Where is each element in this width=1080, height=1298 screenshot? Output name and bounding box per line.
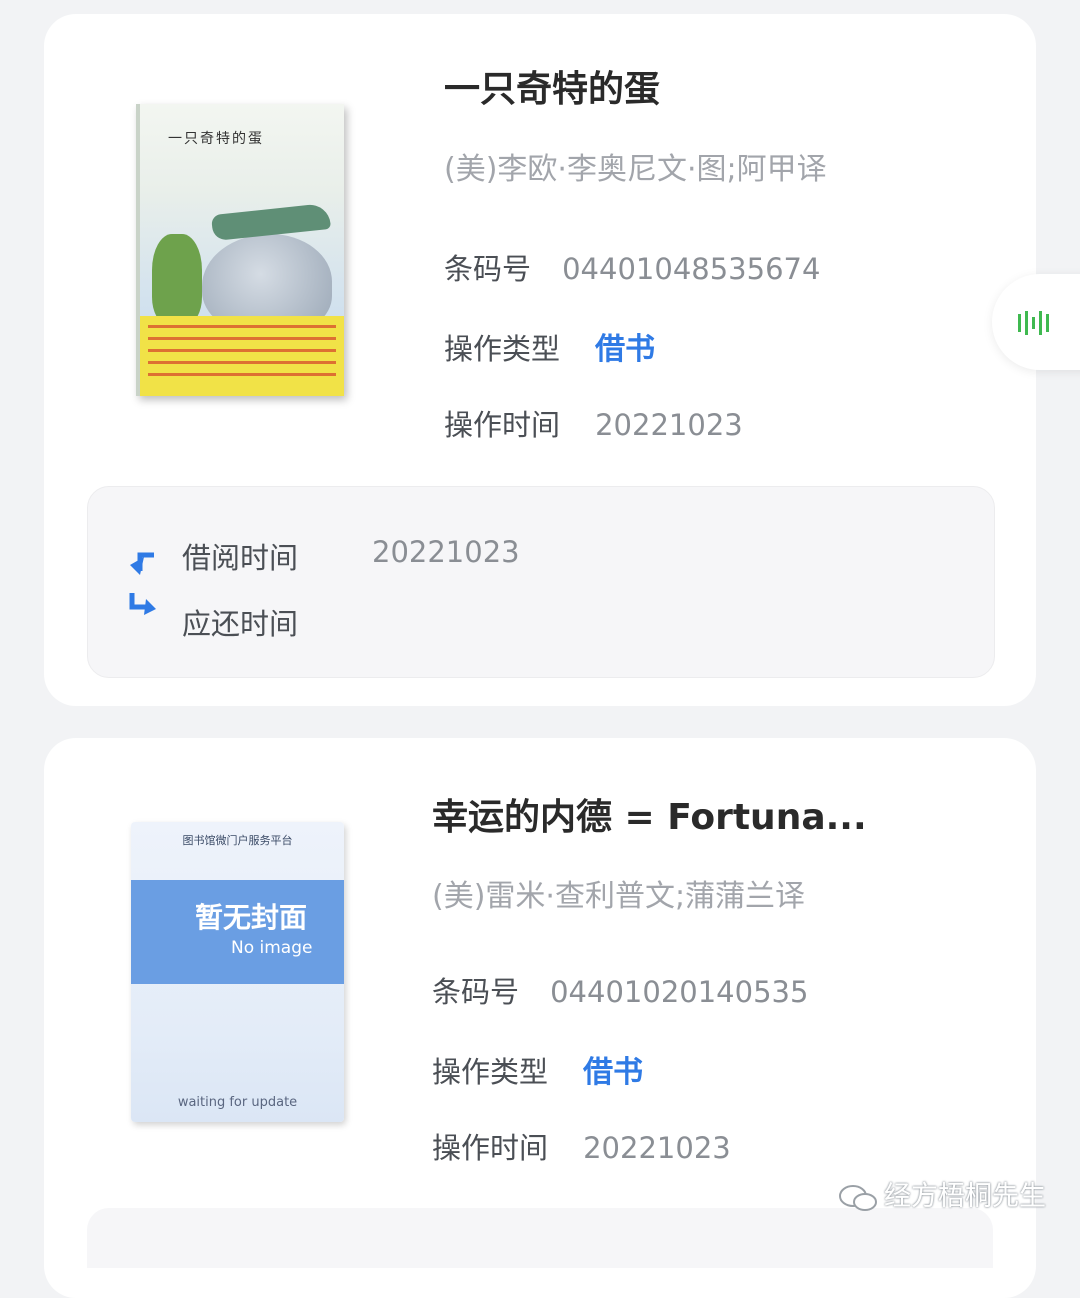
operation-type-row: 操作类型 借书	[432, 1047, 644, 1090]
operation-time-label: 操作时间	[444, 408, 561, 442]
barcode-label: 条码号	[444, 252, 532, 286]
wechat-icon	[839, 1184, 877, 1211]
scan-button[interactable]	[992, 274, 1080, 370]
operation-time-row: 操作时间 20221023	[432, 1125, 731, 1165]
no-cover-text: 暂无封面	[195, 901, 308, 934]
cover-title: 一只奇特的蛋	[168, 131, 264, 147]
waiting-update-text: waiting for update	[177, 1095, 298, 1110]
barcode-value: 04401020140535	[550, 975, 809, 1009]
book-title[interactable]: 一只奇特的蛋	[444, 60, 660, 112]
book-cover-placeholder: 图书馆微门户服务平台 暂无封面 No image waiting for upd…	[131, 822, 344, 1122]
no-image-text: No image	[231, 938, 313, 958]
book-card[interactable]: 一只奇特的蛋 一只奇特的蛋 (美)李欧·李奥尼文·图;阿甲译 条码号 04401…	[44, 14, 1036, 706]
barcode-scan-icon	[1018, 311, 1049, 335]
operation-type-label: 操作类型	[444, 332, 561, 366]
due-time-label: 应还时间	[182, 607, 299, 641]
book-author: (美)雷米·查利普文;蒲蒲兰译	[432, 879, 806, 914]
operation-type-row: 操作类型 借书	[444, 324, 656, 367]
operation-type-value: 借书	[595, 332, 656, 367]
loan-return-arrows-icon	[129, 552, 156, 615]
borrow-time-value: 20221023	[372, 535, 520, 569]
operation-type-value: 借书	[583, 1055, 644, 1090]
barcode-value: 04401048535674	[562, 252, 821, 286]
loan-period-panel: 借阅时间 20221023 应还时间	[87, 486, 995, 678]
book-title[interactable]: 幸运的内德 = Fortuna...	[432, 788, 867, 840]
watermark-text: 经方梧桐先生	[884, 1181, 1046, 1212]
book-author: (美)李欧·李奥尼文·图;阿甲译	[444, 152, 827, 187]
barcode-row: 条码号 04401020140535	[432, 969, 808, 1009]
operation-type-label: 操作类型	[432, 1055, 549, 1089]
barcode-row: 条码号 04401048535674	[444, 246, 820, 286]
book-cover-image: 一只奇特的蛋	[136, 104, 344, 396]
operation-time-label: 操作时间	[432, 1131, 549, 1165]
loan-period-panel-partial	[87, 1208, 993, 1268]
operation-time-row: 操作时间 20221023	[444, 402, 743, 442]
borrow-time-label: 借阅时间	[182, 541, 299, 575]
cover-platform-text: 图书馆微门户服务平台	[182, 834, 293, 847]
operation-time-value: 20221023	[595, 408, 743, 442]
operation-time-value: 20221023	[583, 1131, 731, 1165]
watermark: 经方梧桐先生	[838, 1174, 1046, 1213]
barcode-label: 条码号	[432, 975, 520, 1009]
